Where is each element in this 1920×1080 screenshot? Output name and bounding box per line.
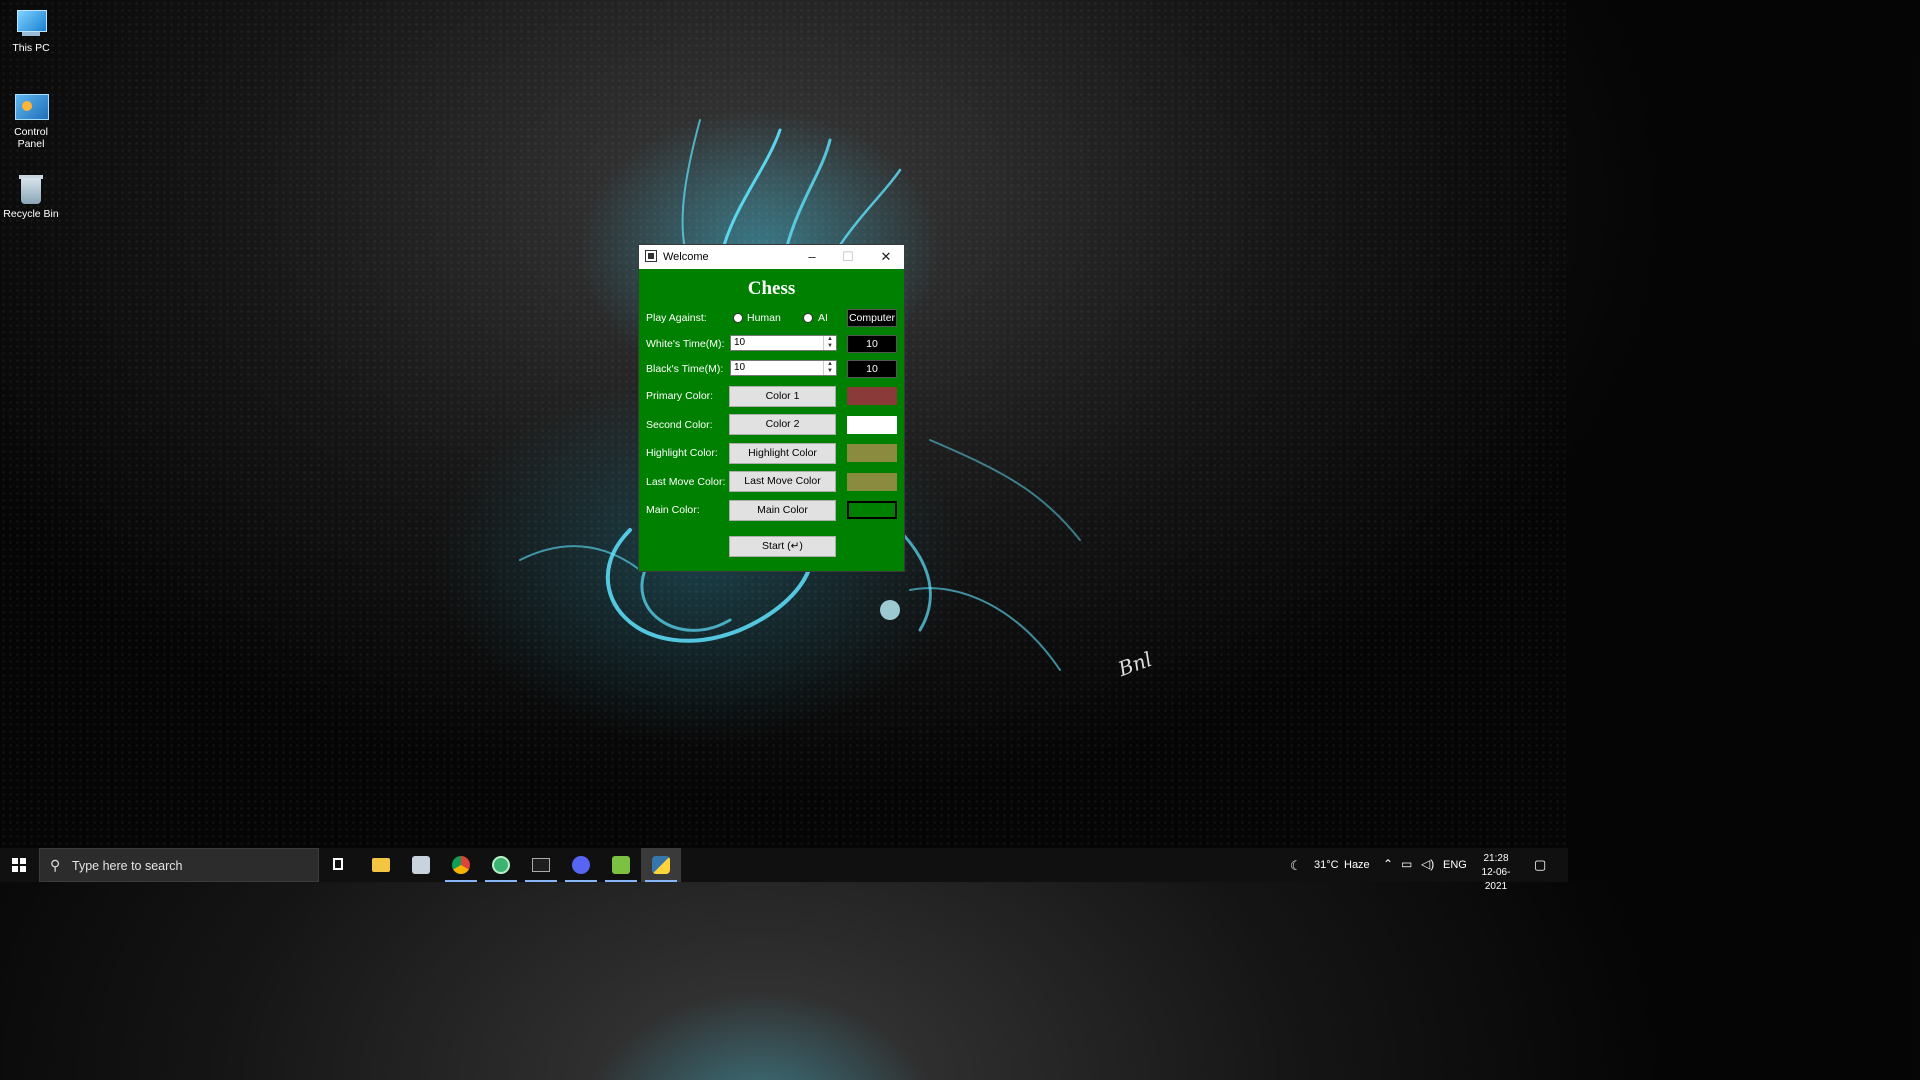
this-pc-icon bbox=[14, 8, 48, 38]
main-color-swatch bbox=[847, 501, 897, 519]
weather-icon[interactable]: ☾ bbox=[1290, 858, 1302, 874]
green-app-button[interactable] bbox=[481, 848, 521, 882]
page-title: Chess bbox=[747, 278, 796, 299]
white-time-value: 10 bbox=[734, 337, 746, 348]
search-placeholder: Type here to search bbox=[72, 859, 183, 873]
start-button[interactable]: Start (↵) bbox=[729, 536, 836, 557]
highlight-color-button[interactable]: Highlight Color bbox=[729, 443, 836, 464]
white-time-label: White's Time(M): bbox=[646, 338, 725, 350]
minimize-button[interactable]: – bbox=[793, 245, 831, 269]
primary-color-swatch bbox=[847, 387, 897, 405]
window-title: Welcome bbox=[663, 251, 709, 263]
black-time-spinbox[interactable]: 10 ▲ ▼ bbox=[730, 360, 837, 376]
radio-ai[interactable] bbox=[803, 313, 813, 323]
clock-date: 12-06-2021 bbox=[1481, 867, 1511, 892]
white-time-spinbox[interactable]: 10 ▲ ▼ bbox=[730, 335, 837, 351]
chrome-button[interactable] bbox=[441, 848, 481, 882]
notifications-icon[interactable]: ▢ bbox=[1534, 857, 1546, 873]
last-move-color-label: Last Move Color: bbox=[646, 476, 726, 488]
recycle-bin-icon bbox=[14, 174, 48, 204]
app-green-icon bbox=[492, 856, 510, 874]
radio-ai-label[interactable]: AI bbox=[818, 312, 828, 324]
last-move-color-button[interactable]: Last Move Color bbox=[729, 471, 836, 492]
start-button-taskbar[interactable] bbox=[0, 848, 38, 882]
task-view-icon bbox=[333, 858, 343, 870]
task-view-button[interactable] bbox=[320, 848, 360, 882]
close-button[interactable]: ✕ bbox=[867, 245, 905, 269]
highlight-color-swatch bbox=[847, 444, 897, 462]
weather-condition[interactable]: Haze bbox=[1344, 859, 1370, 871]
welcome-window: Welcome – ☐ ✕ Chess Play Against: Human … bbox=[638, 244, 905, 572]
opponent-display: Computer bbox=[847, 309, 897, 327]
weather-temp[interactable]: 31°C bbox=[1314, 859, 1339, 871]
search-icon: ⚲ bbox=[50, 857, 61, 873]
app-icon bbox=[645, 250, 657, 262]
radio-human-label[interactable]: Human bbox=[747, 312, 781, 324]
spin-arrows-icon[interactable]: ▲ ▼ bbox=[823, 336, 836, 350]
python-icon bbox=[652, 856, 670, 874]
clock-time: 21:28 bbox=[1483, 853, 1509, 864]
terminal-icon bbox=[532, 858, 550, 872]
language-indicator[interactable]: ENG bbox=[1443, 859, 1467, 871]
main-color-button[interactable]: Main Color bbox=[729, 500, 836, 521]
desktop-icon-label: This PC bbox=[12, 42, 50, 54]
maximize-button[interactable]: ☐ bbox=[829, 245, 867, 269]
black-time-value: 10 bbox=[734, 362, 746, 373]
volume-icon[interactable]: ◁) bbox=[1421, 857, 1434, 871]
clock[interactable]: 21:28 12-06-2021 bbox=[1472, 852, 1520, 894]
color-2-button[interactable]: Color 2 bbox=[729, 414, 836, 435]
media-app-button[interactable] bbox=[401, 848, 441, 882]
second-color-label: Second Color: bbox=[646, 419, 713, 431]
last-move-color-swatch bbox=[847, 473, 897, 491]
highlight-color-label: Highlight Color: bbox=[646, 447, 718, 459]
desktop-icon-label: Recycle Bin bbox=[3, 208, 59, 220]
radio-human[interactable] bbox=[733, 313, 743, 323]
spin-arrows-icon[interactable]: ▲ ▼ bbox=[823, 361, 836, 375]
android-icon bbox=[612, 856, 630, 874]
play-against-label: Play Against: bbox=[646, 312, 707, 324]
desktop-icon-recycle-bin[interactable]: Recycle Bin bbox=[0, 174, 62, 220]
discord-button[interactable] bbox=[561, 848, 601, 882]
file-explorer-button[interactable] bbox=[361, 848, 401, 882]
terminal-button[interactable] bbox=[521, 848, 561, 882]
window-titlebar[interactable]: Welcome – ☐ ✕ bbox=[639, 245, 904, 269]
desktop-icon-control-panel[interactable]: Control Panel bbox=[0, 92, 62, 150]
taskbar: ⚲ Type here to search ☾ 31°C Haze ⌃ ▭ ◁)… bbox=[0, 848, 1568, 892]
chevron-up-icon[interactable]: ⌃ bbox=[1383, 857, 1393, 871]
desktop-icon-label: Control Panel bbox=[14, 126, 48, 150]
android-app-button[interactable] bbox=[601, 848, 641, 882]
python-app-button[interactable] bbox=[641, 848, 681, 882]
color-1-button[interactable]: Color 1 bbox=[729, 386, 836, 407]
black-time-display: 10 bbox=[847, 360, 897, 378]
white-time-display: 10 bbox=[847, 335, 897, 353]
windows-logo-icon bbox=[12, 858, 26, 872]
second-color-swatch bbox=[847, 416, 897, 434]
chrome-icon bbox=[452, 856, 470, 874]
discord-icon bbox=[572, 856, 590, 874]
media-icon bbox=[412, 856, 430, 874]
black-time-label: Black's Time(M): bbox=[646, 363, 724, 375]
desktop-icon-this-pc[interactable]: This PC bbox=[0, 8, 62, 54]
taskbar-search-box[interactable]: ⚲ Type here to search bbox=[39, 848, 319, 882]
file-explorer-icon bbox=[372, 858, 390, 872]
control-panel-icon bbox=[14, 92, 49, 122]
main-color-label: Main Color: bbox=[646, 504, 700, 516]
primary-color-label: Primary Color: bbox=[646, 390, 714, 402]
network-icon[interactable]: ▭ bbox=[1401, 857, 1412, 871]
